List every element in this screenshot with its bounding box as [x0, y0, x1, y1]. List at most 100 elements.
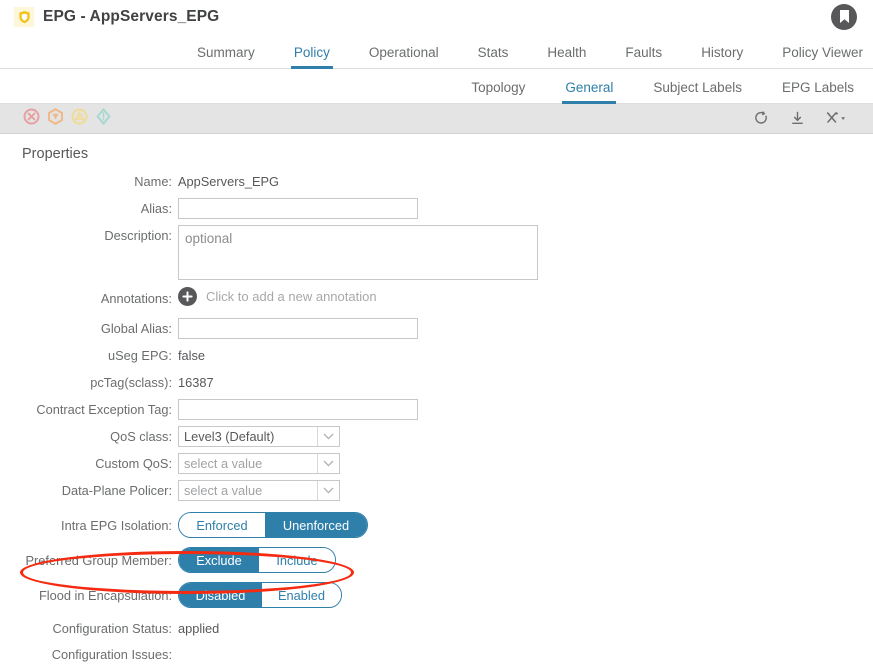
- global-alias-input[interactable]: [178, 318, 418, 339]
- field-row-pctag: pcTag(sclass): 16387: [0, 372, 873, 395]
- contract-exception-input[interactable]: [178, 399, 418, 420]
- intra-epg-option-unenforced-label: Unenforced: [282, 517, 350, 533]
- epg-policy-window: EPG - AppServers_EPG Summary Policy Oper…: [0, 0, 873, 662]
- tab-policy[interactable]: Policy: [290, 45, 333, 69]
- subtab-general[interactable]: General: [562, 80, 617, 104]
- plus-icon[interactable]: [178, 287, 197, 306]
- tab-policy-viewer-label: Policy Viewer: [782, 45, 863, 60]
- name-value: AppServers_EPG: [178, 174, 280, 189]
- name-label: Name:: [134, 174, 172, 189]
- configuration-issues-label: Configuration Issues:: [51, 647, 172, 662]
- fault-critical-icon[interactable]: [23, 108, 40, 130]
- flood-option-disabled[interactable]: Disabled: [179, 583, 262, 607]
- policer-select[interactable]: select a value: [178, 480, 340, 501]
- tab-health[interactable]: Health: [547, 45, 586, 68]
- description-label: Description:: [104, 228, 172, 243]
- main-tab-bar: Summary Policy Operational Stats Health …: [0, 34, 873, 69]
- tab-policy-viewer[interactable]: Policy Viewer: [782, 45, 863, 68]
- useg-label: uSeg EPG:: [107, 348, 172, 363]
- properties-heading: Properties: [22, 146, 89, 162]
- sub-tab-bar: Topology General Subject Labels EPG Labe…: [0, 69, 873, 104]
- tab-health-label: Health: [547, 45, 587, 60]
- policer-label: Data-Plane Policer:: [61, 483, 172, 498]
- download-icon[interactable]: [790, 111, 805, 126]
- annotations-label: Annotations:: [100, 291, 172, 306]
- tab-stats[interactable]: Stats: [478, 45, 509, 68]
- flood-option-disabled-label: Disabled: [195, 587, 246, 603]
- description-textarea[interactable]: [178, 225, 538, 280]
- tab-stats-label: Stats: [477, 45, 509, 60]
- custom-qos-label: Custom QoS:: [95, 456, 172, 471]
- custom-qos-select[interactable]: select a value: [178, 453, 340, 474]
- field-row-custom-qos: Custom QoS: select a value: [0, 453, 873, 476]
- custom-qos-select-value: select a value: [184, 456, 263, 471]
- preferred-group-member-label: Preferred Group Member:: [25, 553, 172, 568]
- tab-faults[interactable]: Faults: [625, 45, 662, 68]
- intra-epg-isolation-toggle[interactable]: Enforced Unenforced: [178, 512, 368, 538]
- chevron-down-icon[interactable]: [317, 427, 339, 446]
- flood-in-encapsulation-toggle[interactable]: Disabled Enabled: [178, 582, 342, 608]
- field-row-description: Description:: [0, 225, 873, 280]
- fault-icon-group: [23, 107, 112, 130]
- tab-faults-label: Faults: [625, 45, 663, 60]
- tab-summary[interactable]: Summary: [197, 45, 255, 68]
- preferred-group-option-include-label: Include: [276, 552, 318, 568]
- subtab-subject-labels[interactable]: Subject Labels: [653, 80, 742, 103]
- chevron-down-icon[interactable]: [317, 454, 339, 473]
- subtab-epg-labels[interactable]: EPG Labels: [782, 80, 854, 103]
- intra-epg-option-enforced-label: Enforced: [196, 517, 248, 533]
- field-row-flood-in-encapsulation: Flood in Encapsulation: Disabled Enabled: [0, 582, 873, 608]
- field-row-name: Name: AppServers_EPG: [0, 171, 873, 194]
- field-row-global-alias: Global Alias:: [0, 318, 873, 341]
- field-row-contract-exception: Contract Exception Tag:: [0, 399, 873, 422]
- tab-policy-label: Policy: [293, 45, 330, 60]
- flood-option-enabled-label: Enabled: [278, 587, 325, 603]
- field-row-configuration-issues: Configuration Issues:: [0, 644, 873, 667]
- page-title: EPG - AppServers_EPG: [43, 8, 220, 25]
- flood-option-enabled[interactable]: Enabled: [262, 583, 341, 607]
- annotation-adder[interactable]: Click to add a new annotation: [178, 287, 377, 306]
- subtab-general-label: General: [565, 80, 614, 95]
- tools-icon[interactable]: [826, 111, 848, 126]
- global-alias-label: Global Alias:: [100, 321, 172, 336]
- alias-label: Alias:: [140, 201, 172, 216]
- bookmark-avatar-icon[interactable]: [831, 4, 857, 30]
- field-row-intra-epg-isolation: Intra EPG Isolation: Enforced Unenforced: [0, 512, 873, 538]
- fault-major-icon[interactable]: [47, 107, 64, 130]
- shield-icon: [14, 7, 34, 27]
- qos-label: QoS class:: [110, 429, 172, 444]
- preferred-group-member-toggle[interactable]: Exclude Include: [178, 547, 336, 573]
- subtab-epg-labels-label: EPG Labels: [781, 80, 854, 95]
- properties-panel: Properties Name: AppServers_EPG Alias: D…: [0, 134, 873, 667]
- fault-minor-icon[interactable]: [71, 108, 88, 130]
- tab-history-label: History: [701, 45, 744, 60]
- field-row-configuration-status: Configuration Status: applied: [0, 618, 873, 641]
- intra-epg-option-unenforced[interactable]: Unenforced: [265, 513, 367, 537]
- tab-history[interactable]: History: [701, 45, 743, 68]
- alias-input[interactable]: [178, 198, 418, 219]
- field-row-alias: Alias:: [0, 198, 873, 221]
- fault-warning-icon[interactable]: [95, 107, 112, 130]
- intra-epg-option-enforced[interactable]: Enforced: [179, 513, 265, 537]
- field-row-policer: Data-Plane Policer: select a value: [0, 480, 873, 503]
- field-row-preferred-group-member: Preferred Group Member: Exclude Include: [0, 547, 873, 573]
- pctag-value: 16387: [178, 375, 214, 390]
- tab-operational-label: Operational: [368, 45, 439, 60]
- flood-in-encapsulation-label: Flood in Encapsulation:: [38, 588, 172, 603]
- fault-toolbar: [0, 104, 873, 134]
- preferred-group-option-include[interactable]: Include: [259, 548, 335, 572]
- tab-summary-label: Summary: [197, 45, 255, 60]
- subtab-subject-labels-label: Subject Labels: [653, 80, 742, 95]
- policer-select-value: select a value: [184, 483, 263, 498]
- preferred-group-option-exclude[interactable]: Exclude: [179, 548, 259, 572]
- preferred-group-option-exclude-label: Exclude: [196, 552, 242, 568]
- field-row-useg: uSeg EPG: false: [0, 345, 873, 368]
- useg-value: false: [178, 348, 206, 363]
- tab-operational[interactable]: Operational: [369, 45, 439, 68]
- field-row-annotations: Annotations: Click to add a new annotati…: [0, 287, 873, 310]
- subtab-topology[interactable]: Topology: [471, 80, 525, 103]
- qos-select[interactable]: Level3 (Default): [178, 426, 340, 447]
- chevron-down-icon[interactable]: [317, 481, 339, 500]
- refresh-icon[interactable]: [754, 111, 769, 126]
- window-titlebar: EPG - AppServers_EPG: [0, 0, 873, 34]
